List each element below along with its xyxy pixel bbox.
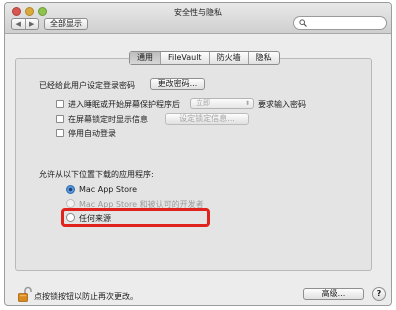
require-password-suffix: 要求输入密码 [258, 100, 306, 109]
radio-mac-app-store-label: Mac App Store [79, 185, 138, 194]
advanced-button[interactable]: 高级... [303, 288, 364, 300]
annotation-highlight-box [61, 208, 210, 227]
disable-autologin-checkbox[interactable] [56, 129, 64, 137]
search-field[interactable] [293, 16, 387, 30]
tab-bar: 通用 FileVault 防火墙 隐私 [129, 51, 280, 65]
tab-privacy[interactable]: 隐私 [249, 52, 279, 64]
tab-filevault[interactable]: FileVault [161, 52, 210, 64]
require-password-label: 进入睡眠或开始屏幕保护程序后 [68, 100, 180, 109]
lock-message-checkbox[interactable] [56, 115, 64, 123]
search-icon [299, 19, 307, 27]
preferences-window: 安全性与隐私 ◀ ▶ 全部显示 通用 FileVault 防火墙 隐私 已经给此… [4, 2, 392, 306]
radio-mac-app-store[interactable] [66, 185, 75, 194]
help-icon[interactable]: ? [372, 287, 386, 301]
show-all-button[interactable]: 全部显示 [44, 18, 88, 30]
password-set-label: 已经给此用户设定登录密码 [39, 81, 135, 90]
title-bar: 安全性与隐私 ◀ ▶ 全部显示 [5, 3, 391, 34]
radio-identified-developers[interactable] [66, 199, 75, 208]
chevron-right-icon[interactable]: ▶ [26, 19, 39, 29]
disable-autologin-label: 停用自动登录 [68, 129, 116, 138]
require-password-delay-select[interactable]: 立即 ⬍ [190, 98, 254, 109]
tab-firewall[interactable]: 防火墙 [210, 52, 249, 64]
require-password-delay-value: 立即 [196, 99, 210, 107]
gatekeeper-heading: 允许从以下位置下载的应用程序: [39, 170, 154, 179]
select-arrows-icon: ⬍ [244, 100, 250, 107]
set-lock-message-button[interactable]: 设定锁定信息... [165, 113, 249, 125]
lock-icon[interactable] [18, 286, 32, 302]
change-password-button[interactable]: 更改密码... [150, 78, 205, 90]
lock-message-label: 在屏幕锁定时显示信息 [68, 115, 148, 124]
lock-hint-text: 点按锁按钮以防止再次更改。 [34, 292, 138, 301]
back-forward-control: ◀ ▶ [11, 18, 39, 30]
chevron-left-icon[interactable]: ◀ [12, 19, 26, 29]
require-password-checkbox[interactable] [56, 100, 64, 108]
tab-general[interactable]: 通用 [130, 52, 161, 64]
